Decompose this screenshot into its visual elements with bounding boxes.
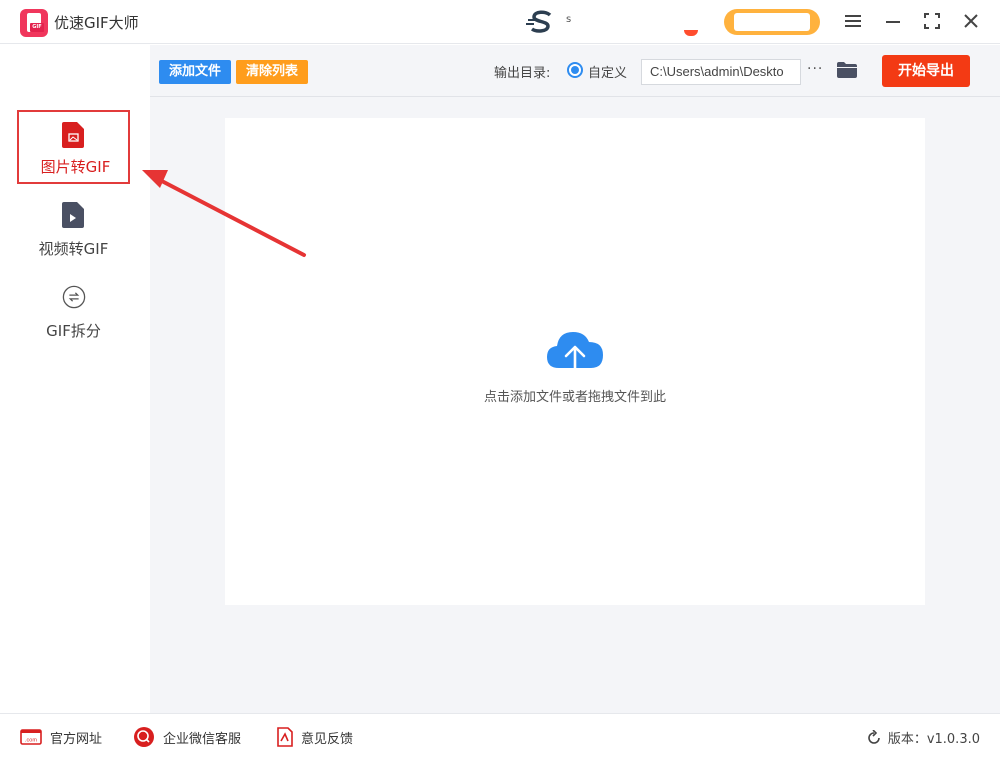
website-label: 官方网址 [50, 731, 103, 747]
sidebar-item-label: 图片转GIF [40, 158, 111, 176]
wechat-icon [134, 727, 154, 747]
output-dir-label: 输出目录: [494, 66, 551, 81]
add-file-button[interactable]: 添加文件 [159, 60, 231, 84]
sidebar-item-image-to-gif[interactable]: 图片转GIF [17, 110, 130, 184]
sidebar-item-label: GIF拆分 [46, 322, 101, 340]
toolbar: 添加文件 清除列表 输出目录: 自定义 C:\Users\admin\Deskt… [150, 45, 1000, 97]
official-website-link[interactable]: .com 官方网址 [20, 727, 102, 747]
output-path-input[interactable]: C:\Users\admin\Deskto [641, 59, 801, 85]
refresh-icon [868, 729, 880, 744]
maximize-icon[interactable] [921, 10, 943, 32]
brand-logo-icon [526, 10, 552, 33]
image-file-icon [62, 122, 84, 148]
sidebar: 图片转GIF 视频转GIF GIF拆分 [0, 45, 150, 713]
sidebar-item-label: 视频转GIF [38, 240, 109, 258]
browse-more-button[interactable]: ··· [807, 61, 823, 77]
wechat-service-link[interactable]: 企业微信客服 [133, 727, 241, 747]
sidebar-item-video-to-gif[interactable]: 视频转GIF [17, 192, 130, 266]
split-icon [62, 285, 86, 309]
brand-text: s [566, 14, 572, 25]
website-icon: .com [20, 729, 42, 745]
version-label: 版本：v1.0.3.0 [887, 732, 980, 747]
video-file-icon [62, 202, 84, 228]
app-logo-icon: GIF [20, 9, 48, 37]
start-export-button[interactable]: 开始导出 [882, 55, 970, 87]
feedback-icon [277, 727, 293, 747]
close-icon[interactable] [960, 10, 982, 32]
app-title: 优速GIF大师 [54, 14, 139, 32]
wechat-label: 企业微信客服 [163, 731, 242, 747]
file-drop-zone[interactable]: 点击添加文件或者拖拽文件到此 [225, 118, 925, 605]
cloud-upload-icon [547, 332, 603, 376]
drop-hint-text: 点击添加文件或者拖拽文件到此 [483, 390, 666, 405]
notification-dot [684, 30, 698, 36]
custom-dir-radio[interactable] [567, 62, 583, 78]
sidebar-item-gif-split[interactable]: GIF拆分 [17, 274, 130, 348]
custom-dir-label: 自定义 [588, 66, 628, 81]
vip-button[interactable] [724, 9, 820, 35]
title-bar: GIF 优速GIF大师 s [0, 0, 1000, 44]
folder-icon[interactable] [837, 62, 857, 78]
feedback-label: 意见反馈 [301, 731, 354, 747]
minimize-icon[interactable] [882, 10, 904, 32]
clear-list-button[interactable]: 清除列表 [236, 60, 308, 84]
svg-text:.com: .com [25, 738, 37, 744]
main-panel: 添加文件 清除列表 输出目录: 自定义 C:\Users\admin\Deskt… [150, 45, 1000, 713]
version-info[interactable]: 版本：v1.0.3.0 [866, 728, 980, 747]
footer: .com 官方网址 企业微信客服 意见反馈 版本：v1.0.3.0 [0, 713, 1000, 760]
menu-icon[interactable] [842, 10, 864, 32]
feedback-link[interactable]: 意见反馈 [277, 727, 353, 747]
